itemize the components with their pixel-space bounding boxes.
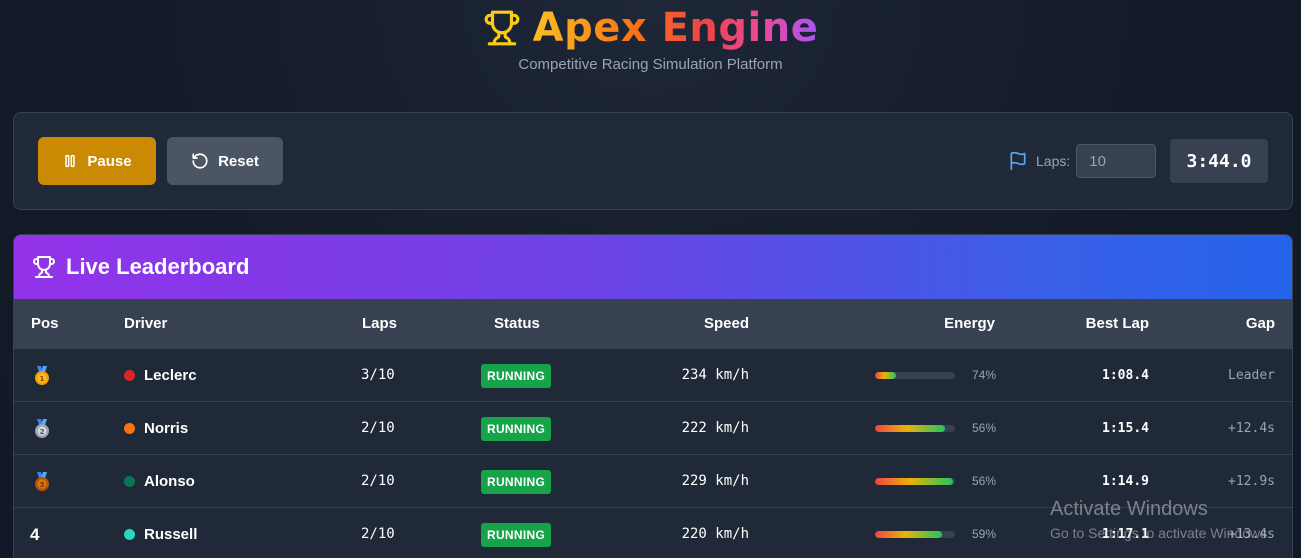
status-badge: RUNNING [481, 523, 552, 547]
app-title: Apex Engine [533, 2, 819, 54]
trophy-icon [33, 256, 55, 278]
laps-cell: 2/10 [361, 526, 395, 542]
position-number: 4 [30, 525, 40, 544]
reset-icon [192, 153, 208, 169]
col-laps: Laps [362, 315, 398, 332]
gap-cell: Leader [1228, 368, 1275, 383]
gap-cell: +13.4s [1228, 527, 1275, 542]
leaderboard-panel: Live Leaderboard Pos Driver Laps Status … [13, 234, 1293, 558]
app-subtitle: Competitive Racing Simulation Platform [518, 56, 783, 73]
leaderboard-header: Live Leaderboard [14, 235, 1292, 299]
laps-cell: 3/10 [361, 367, 395, 383]
table-row[interactable]: 1 Leclerc 3/10 RUNNING 234 km/h 74% 1:08… [14, 348, 1292, 401]
col-speed: Speed [703, 315, 749, 332]
driver-cell: Russell [124, 508, 197, 558]
table-row[interactable]: 3 Alonso 2/10 RUNNING 229 km/h 56% 1:14.… [14, 454, 1292, 507]
table-header: Pos Driver Laps Status Speed Energy Best… [14, 299, 1292, 348]
status-badge: RUNNING [481, 417, 552, 441]
flag-icon [1010, 151, 1026, 171]
energy-percent: 56% [972, 474, 997, 488]
reset-label: Reset [218, 152, 259, 170]
driver-cell: Alonso [124, 455, 195, 508]
pause-label: Pause [87, 152, 132, 170]
status-badge: RUNNING [481, 364, 552, 388]
control-panel: Pause Reset Laps: 10 3:44.0 [13, 112, 1293, 210]
driver-name: Russell [144, 526, 198, 543]
col-status: Status [494, 315, 540, 332]
laps-label: Laps: [1036, 153, 1071, 169]
trophy-icon [484, 10, 520, 46]
laps-setting: Laps: 10 [1008, 144, 1157, 178]
gold-medal-icon: 1 [35, 366, 49, 385]
speed-cell: 220 km/h [681, 526, 749, 542]
col-best-lap: Best Lap [1085, 315, 1149, 332]
col-pos: Pos [31, 315, 59, 332]
best-lap-cell: 1:08.4 [1102, 368, 1149, 383]
app-root: Apex Engine Competitive Racing Simulatio… [0, 0, 1301, 558]
team-color-dot [124, 370, 135, 381]
pause-icon [65, 154, 76, 168]
pause-button[interactable]: Pause [38, 137, 156, 185]
energy-percent: 74% [972, 368, 997, 382]
energy-percent: 59% [972, 527, 997, 541]
best-lap-cell: 1:17.1 [1102, 527, 1149, 542]
speed-cell: 234 km/h [681, 367, 749, 383]
energy-percent: 56% [972, 421, 997, 435]
driver-name: Norris [144, 420, 189, 437]
best-lap-cell: 1:14.9 [1102, 474, 1149, 489]
energy-fill [875, 425, 946, 432]
leaderboard-title: Live Leaderboard [66, 254, 250, 279]
status-badge: RUNNING [481, 470, 552, 494]
laps-cell: 2/10 [361, 420, 395, 436]
energy-bar [875, 478, 955, 485]
svg-text:2: 2 [40, 428, 45, 436]
energy-bar [875, 372, 955, 379]
energy-bar [875, 531, 955, 538]
gap-cell: +12.9s [1228, 474, 1275, 489]
driver-cell: Leclerc [124, 349, 197, 402]
app-header: Apex Engine Competitive Racing Simulatio… [0, 2, 1301, 73]
energy-bar [875, 425, 955, 432]
table-row[interactable]: 2 Norris 2/10 RUNNING 222 km/h 56% 1:15.… [14, 401, 1292, 454]
driver-name: Alonso [144, 473, 195, 490]
race-timer: 3:44.0 [1170, 139, 1268, 183]
table-row[interactable]: 4 Russell 2/10 RUNNING 220 km/h 59% 1:17… [14, 507, 1292, 558]
col-driver: Driver [124, 315, 168, 332]
silver-medal-icon: 2 [35, 419, 49, 438]
team-color-dot [124, 529, 135, 540]
laps-input[interactable]: 10 [1076, 144, 1157, 178]
svg-text:3: 3 [40, 481, 45, 489]
driver-name: Leclerc [144, 367, 197, 384]
energy-fill [875, 372, 896, 379]
svg-text:1: 1 [40, 375, 45, 383]
laps-cell: 2/10 [361, 473, 395, 489]
brand-row: Apex Engine [483, 2, 819, 54]
team-color-dot [124, 476, 135, 487]
team-color-dot [124, 423, 135, 434]
gap-cell: +12.4s [1228, 421, 1275, 436]
energy-fill [875, 478, 953, 485]
energy-fill [875, 531, 943, 538]
reset-button[interactable]: Reset [167, 137, 283, 185]
speed-cell: 229 km/h [681, 473, 749, 489]
driver-cell: Norris [124, 402, 188, 455]
col-energy: Energy [944, 315, 995, 332]
col-gap: Gap [1245, 315, 1275, 332]
best-lap-cell: 1:15.4 [1102, 421, 1149, 436]
speed-cell: 222 km/h [681, 420, 749, 436]
bronze-medal-icon: 3 [35, 472, 49, 491]
